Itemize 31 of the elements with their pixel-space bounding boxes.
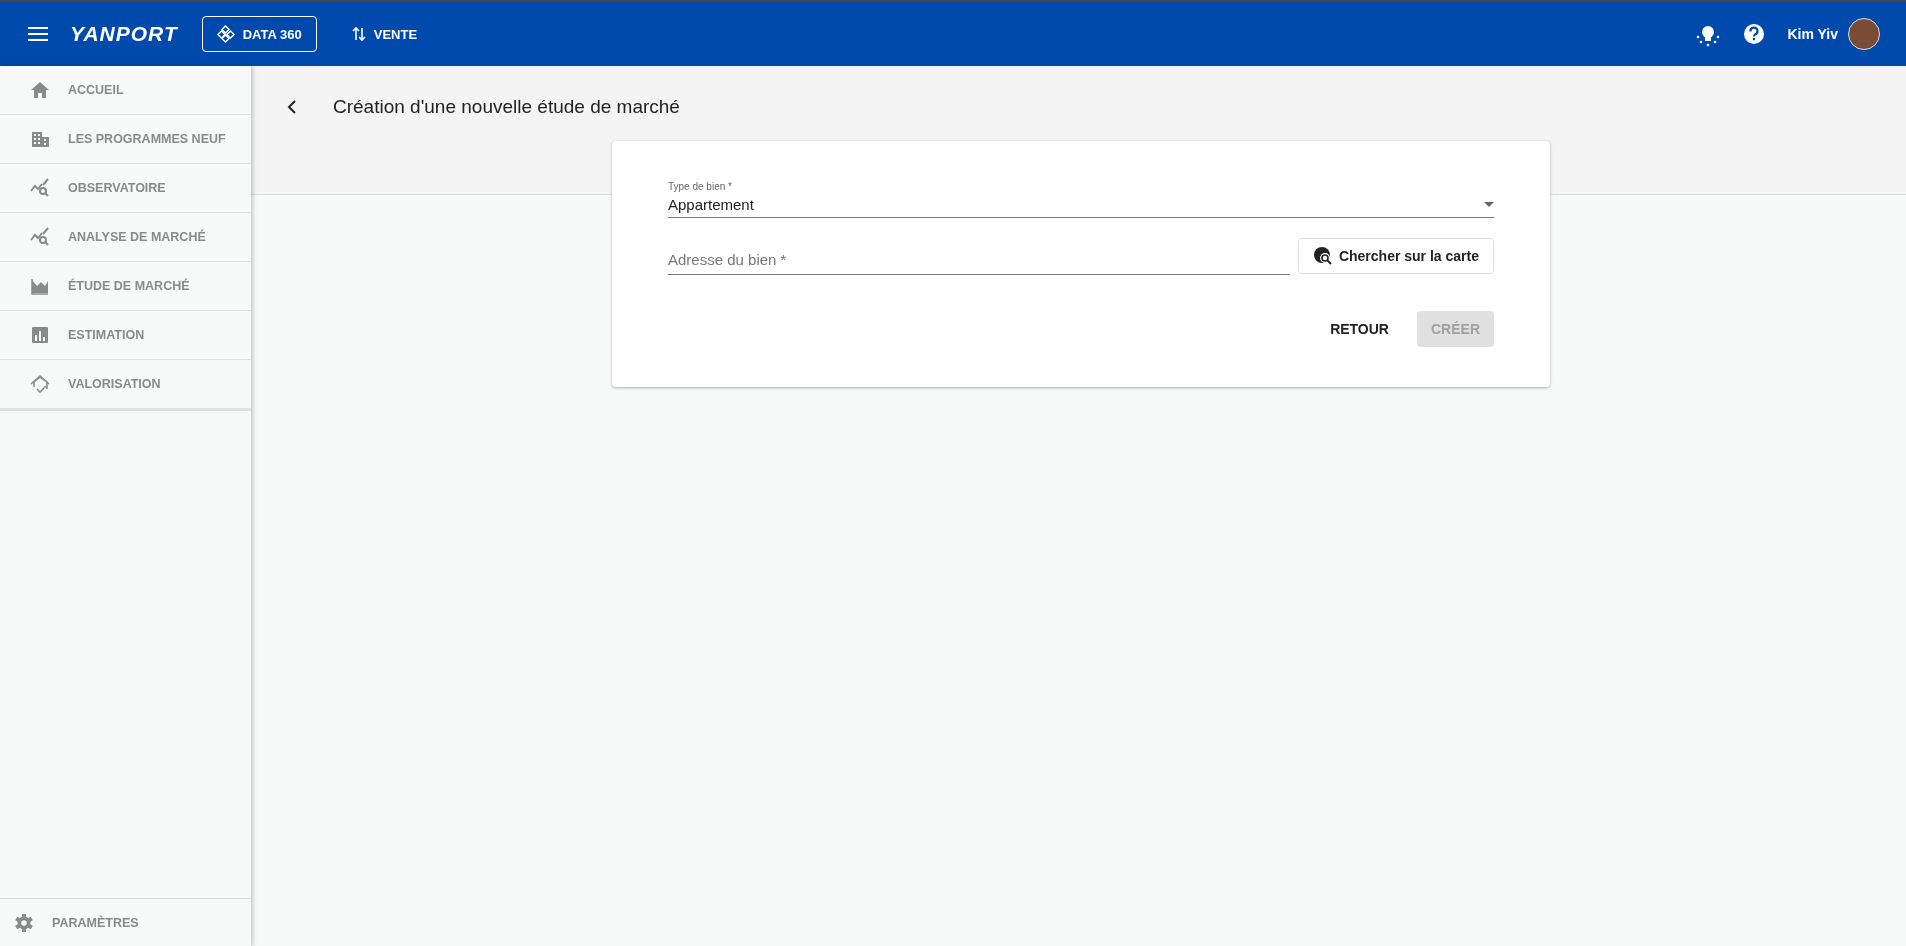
dots-icon [216, 25, 235, 43]
type-select[interactable]: Type de bien * Appartement [668, 181, 1494, 218]
select-value: Appartement [668, 196, 754, 213]
house-check-icon [30, 374, 50, 394]
sidebar-item[interactable]: ÉTUDE DE MARCHÉ [0, 262, 251, 311]
sidebar-item[interactable]: LES PROGRAMMES NEUF [0, 115, 251, 164]
globe-search-icon [1312, 246, 1333, 266]
field-label: Type de bien * [668, 181, 733, 192]
avatar[interactable] [1848, 18, 1880, 50]
swap-icon [351, 26, 366, 42]
nav-tab[interactable]: DATA 360 [201, 16, 317, 52]
page-title: Création d'une nouvelle étude de marché [333, 96, 680, 118]
area-chart-icon [30, 276, 50, 296]
menu-icon[interactable] [28, 26, 48, 42]
dropdown-icon [1484, 202, 1494, 207]
home-icon [30, 80, 50, 100]
settings-icon [14, 912, 34, 933]
chart-search-icon [30, 227, 50, 247]
address-field[interactable]: Adresse du bien * [668, 243, 1290, 275]
user-name[interactable]: Kim Yiv [1787, 26, 1838, 42]
help-icon[interactable] [1743, 23, 1766, 45]
chart-search-icon [30, 178, 50, 198]
building-icon [30, 129, 50, 149]
sidebar-item[interactable]: VALORISATION [0, 360, 251, 408]
logo[interactable]: YANPORT [70, 22, 178, 46]
map-search-button[interactable]: Chercher sur la carte [1297, 238, 1494, 274]
bar-chart-icon [30, 325, 50, 345]
sidebar-item[interactable]: ESTIMATION [0, 311, 251, 360]
nav-tab[interactable]: VENTE [336, 16, 433, 52]
settings-item[interactable]: PARAMÈTRES [0, 898, 251, 946]
back-button[interactable]: RETOUR [1316, 311, 1403, 347]
